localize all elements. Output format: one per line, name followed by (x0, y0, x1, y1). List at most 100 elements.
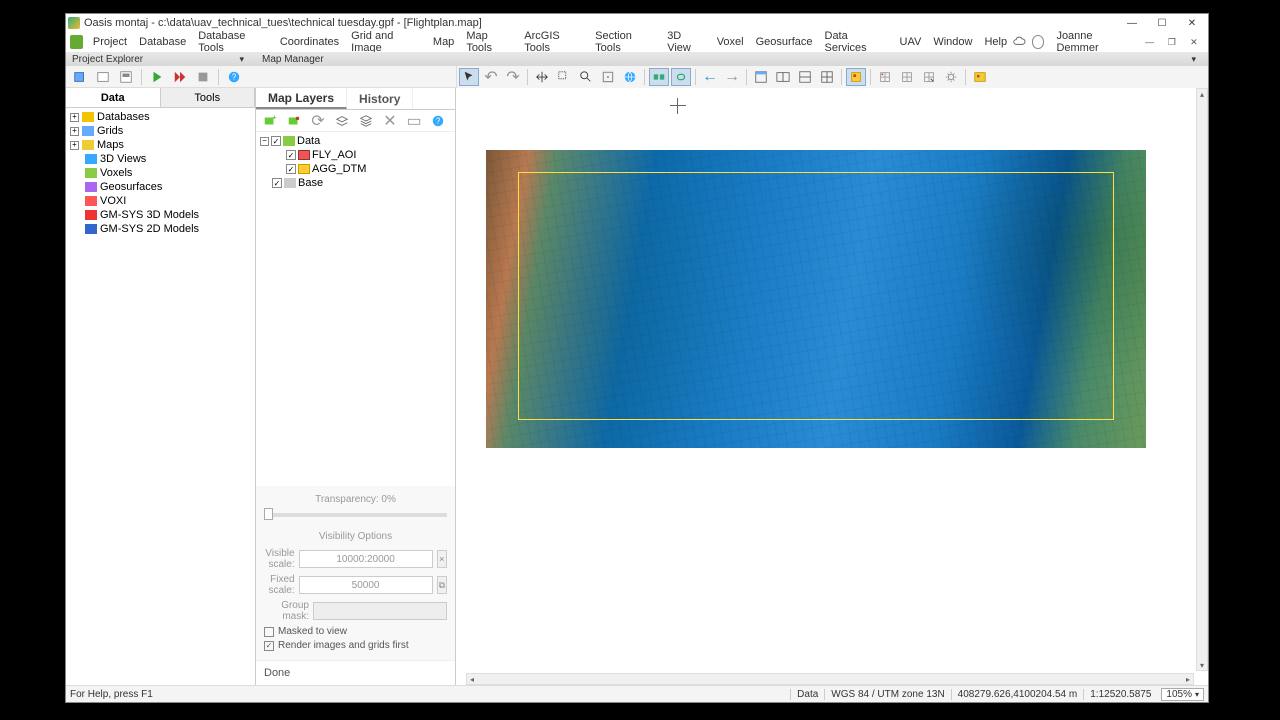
pe-grids[interactable]: Grids (97, 125, 123, 137)
menu-section-tools[interactable]: Section Tools (589, 30, 661, 54)
close-button[interactable]: ✕ (1178, 16, 1206, 30)
window-3-button[interactable] (795, 68, 815, 86)
pe-3dviews[interactable]: 3D Views (100, 153, 146, 165)
db-expand-icon[interactable]: + (70, 113, 79, 122)
mm-agg-check[interactable]: ✓ (286, 164, 296, 174)
mm-help-button[interactable]: ? (428, 112, 448, 130)
maps-expand-icon[interactable]: + (70, 141, 79, 150)
mm-tab-layers[interactable]: Map Layers (256, 88, 347, 109)
scroll-left-icon[interactable]: ◂ (467, 674, 477, 684)
aoi-rectangle[interactable] (518, 172, 1114, 420)
link-map-button[interactable] (649, 68, 669, 86)
zoom-extent-button[interactable]: ⊡ (598, 68, 618, 86)
group-mask-input[interactable] (313, 602, 447, 620)
window-2-button[interactable] (773, 68, 793, 86)
zoom-button[interactable] (576, 68, 596, 86)
mm-add2-button[interactable] (284, 112, 304, 130)
pe-tab-data[interactable]: Data (66, 88, 161, 107)
menu-map-tools[interactable]: Map Tools (460, 30, 518, 54)
new-project-button[interactable] (70, 68, 90, 86)
pe-databases[interactable]: Databases (97, 111, 150, 123)
save-button[interactable] (116, 68, 136, 86)
mm-fly-check[interactable]: ✓ (286, 150, 296, 160)
pe-voxels[interactable]: Voxels (100, 167, 132, 179)
mm-refresh-button[interactable]: ⟳ (308, 112, 328, 130)
horizontal-scrollbar[interactable]: ◂ ▸ (466, 673, 1194, 685)
mdi-restore-button[interactable]: ❐ (1164, 35, 1180, 49)
user-name[interactable]: Joanne Demmer (1050, 30, 1135, 54)
play-button[interactable] (147, 68, 167, 86)
fixed-scale-pick-button[interactable]: ⧉ (437, 576, 447, 594)
pe-gmsys2d[interactable]: GM-SYS 2D Models (100, 223, 199, 235)
pe-maps[interactable]: Maps (97, 139, 124, 151)
render-first-check[interactable]: ✓ (264, 641, 274, 651)
image-button[interactable] (970, 68, 990, 86)
link-chain-button[interactable] (671, 68, 691, 86)
mm-base[interactable]: Base (298, 177, 323, 189)
mdi-minimize-button[interactable]: — (1142, 35, 1158, 49)
menu-3d-view[interactable]: 3D View (661, 30, 711, 54)
vertical-scrollbar[interactable]: ▴ ▾ (1196, 88, 1208, 671)
done-button[interactable]: Done (256, 660, 455, 685)
minimize-button[interactable]: — (1118, 16, 1146, 30)
redo-button[interactable]: ↷ (503, 68, 523, 86)
menu-database-tools[interactable]: Database Tools (192, 30, 274, 54)
menu-database[interactable]: Database (133, 36, 192, 48)
scroll-right-icon[interactable]: ▸ (1183, 674, 1193, 684)
layers-button[interactable] (846, 68, 866, 86)
help-button[interactable]: ? (224, 68, 244, 86)
globe-button[interactable] (620, 68, 640, 86)
transparency-slider[interactable] (264, 513, 447, 517)
mdi-close-button[interactable]: ✕ (1186, 35, 1202, 49)
menu-voxel[interactable]: Voxel (711, 36, 750, 48)
pointer-button[interactable] (459, 68, 479, 86)
maximize-button[interactable]: ☐ (1148, 16, 1176, 30)
menu-project[interactable]: Project (87, 36, 133, 48)
mm-delete-button[interactable]: ✕ (380, 112, 400, 130)
pe-geosurfaces[interactable]: Geosurfaces (100, 181, 162, 193)
mm-add-button[interactable]: + (260, 112, 280, 130)
menu-uav[interactable]: UAV (894, 36, 928, 48)
mm-data-collapse-icon[interactable]: − (260, 137, 269, 146)
mm-doc-button[interactable]: ▭ (404, 112, 424, 130)
masked-check[interactable] (264, 627, 274, 637)
visible-scale-clear-button[interactable]: × (437, 550, 447, 568)
menu-arcgis-tools[interactable]: ArcGIS Tools (518, 30, 589, 54)
menu-grid-image[interactable]: Grid and Image (345, 30, 427, 54)
mm-base-check[interactable]: ✓ (272, 178, 282, 188)
nav-forward-button[interactable]: → (722, 68, 742, 86)
map-canvas[interactable] (486, 150, 1146, 448)
mm-tab-history[interactable]: History (347, 88, 413, 109)
pan-button[interactable] (532, 68, 552, 86)
map-manager-pin-icon[interactable]: ▾ (1191, 54, 1196, 65)
menu-help[interactable]: Help (978, 36, 1013, 48)
window-1-button[interactable] (751, 68, 771, 86)
map-view[interactable]: ◂ ▸ ▴ ▾ (456, 88, 1208, 685)
mm-data[interactable]: Data (297, 135, 320, 147)
pe-gmsys3d[interactable]: GM-SYS 3D Models (100, 209, 199, 221)
mm-data-check[interactable]: ✓ (271, 136, 281, 146)
project-explorer-pin-icon[interactable]: ▾ (239, 54, 244, 65)
grids-expand-icon[interactable]: + (70, 127, 79, 136)
zoom-dropdown-icon[interactable]: ▾ (1195, 690, 1199, 699)
slider-thumb[interactable] (264, 508, 273, 520)
open-button[interactable] (93, 68, 113, 86)
undo-button[interactable]: ↶ (481, 68, 501, 86)
mm-layers2-button[interactable] (356, 112, 376, 130)
stop-button[interactable] (193, 68, 213, 86)
menu-window[interactable]: Window (927, 36, 978, 48)
pe-voxi[interactable]: VOXI (100, 195, 126, 207)
mm-agg-dtm[interactable]: AGG_DTM (312, 163, 366, 175)
fast-forward-button[interactable] (170, 68, 190, 86)
cloud-icon[interactable] (1013, 35, 1026, 49)
grid-1-button[interactable] (875, 68, 895, 86)
pe-tab-tools[interactable]: Tools (161, 88, 256, 107)
grid-3-button[interactable] (919, 68, 939, 86)
nav-back-button[interactable]: ← (700, 68, 720, 86)
visible-scale-input[interactable] (299, 550, 433, 568)
zoom-area-button[interactable] (554, 68, 574, 86)
menu-map[interactable]: Map (427, 36, 460, 48)
menu-geosurface[interactable]: Geosurface (750, 36, 819, 48)
user-avatar-icon[interactable] (1032, 35, 1045, 49)
zoom-selector[interactable]: 105% ▾ (1161, 688, 1204, 701)
